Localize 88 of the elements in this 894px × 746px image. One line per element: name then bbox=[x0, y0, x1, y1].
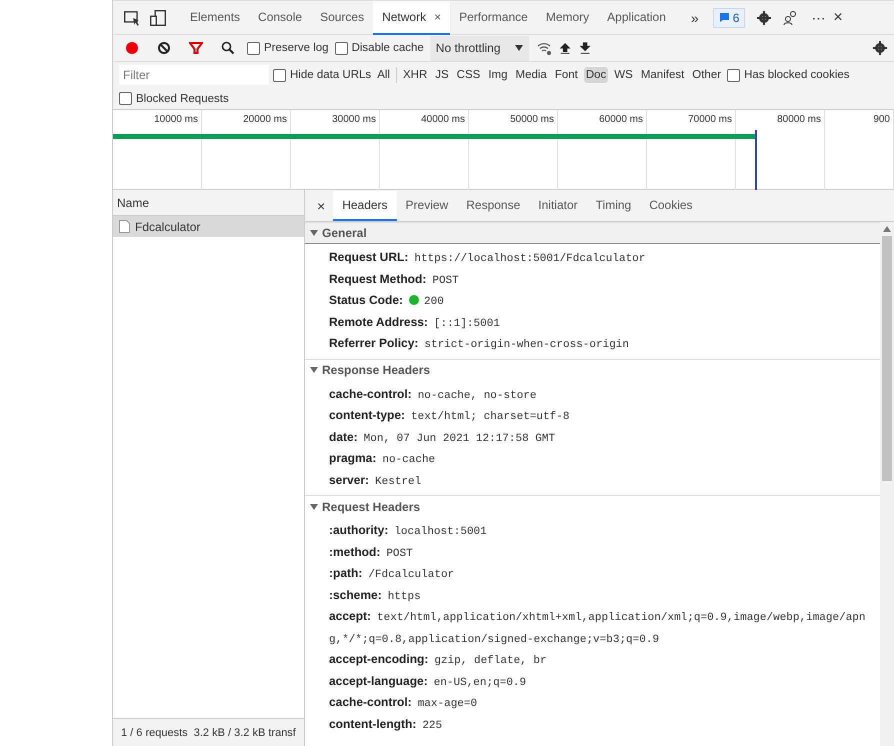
header-row-text: date: Mon, 07 Jun 2021 12:17:58 GMT bbox=[328, 428, 556, 446]
more-menu-icon[interactable]: ⋯ bbox=[811, 10, 826, 26]
download-icon[interactable] bbox=[578, 40, 592, 56]
type-filter[interactable]: Font bbox=[552, 67, 580, 83]
header-row-text: accept-language: en-US,en;q=0.9 bbox=[328, 672, 528, 690]
header-row-text: Remote Address: [::1]:5001 bbox=[328, 314, 501, 332]
header-row-text: Referrer Policy: strict-origin-when-cross-origin bbox=[328, 335, 630, 353]
checkbox[interactable]: Blocked Requests bbox=[119, 92, 229, 105]
tick-label: 900 bbox=[873, 114, 890, 125]
type-filter[interactable]: Doc bbox=[584, 67, 608, 83]
checkbox[interactable]: Disable cache bbox=[334, 42, 424, 54]
section-header[interactable]: General bbox=[305, 222, 880, 244]
tick-label: 40000 ms bbox=[421, 114, 465, 125]
header-row-text: pragma: no-cache bbox=[328, 450, 436, 468]
panel-tab[interactable]: Sources bbox=[311, 0, 374, 34]
scrollbar[interactable] bbox=[880, 222, 894, 746]
panel-tab[interactable]: Console bbox=[249, 0, 312, 34]
people-icon[interactable] bbox=[782, 10, 798, 26]
header-row-text: Status Code: 200 bbox=[328, 292, 445, 310]
panel-tab[interactable]: Memory bbox=[536, 0, 598, 34]
upload-icon[interactable] bbox=[558, 40, 572, 56]
issues-badge[interactable]: 6 bbox=[712, 8, 746, 28]
tick-label: 50000 ms bbox=[510, 114, 554, 125]
settings-icon[interactable] bbox=[872, 40, 888, 56]
type-filter[interactable]: CSS bbox=[454, 67, 482, 83]
header-row-text: :method: POST bbox=[328, 544, 414, 562]
type-filter[interactable]: Img bbox=[486, 67, 510, 83]
details-tab[interactable]: Timing bbox=[586, 190, 640, 220]
header-row-text: cache-control: max-age=0 bbox=[328, 694, 478, 712]
type-filter[interactable]: JS bbox=[433, 67, 451, 83]
filter-field[interactable]: Filter bbox=[119, 65, 269, 85]
header-row-text: :authority: localhost:5001 bbox=[328, 522, 488, 540]
tick-label: 20000 ms bbox=[243, 114, 287, 125]
search-icon[interactable] bbox=[221, 41, 235, 55]
triangle-icon bbox=[310, 366, 318, 374]
type-filter[interactable]: Media bbox=[514, 67, 549, 83]
status-text: 1 / 6 requests 3.2 kB / 3.2 kB transf bbox=[121, 726, 296, 738]
triangle-icon bbox=[310, 229, 318, 237]
close-icon[interactable]: × bbox=[833, 8, 843, 26]
column-header: Name bbox=[117, 196, 150, 210]
panel-tab[interactable]: Elements bbox=[181, 0, 250, 34]
inspect-icon[interactable] bbox=[123, 8, 141, 26]
settings-icon[interactable] bbox=[756, 10, 772, 26]
filter-icon[interactable] bbox=[189, 41, 203, 55]
details-tab[interactable]: Preview bbox=[396, 190, 458, 220]
tick-label: 60000 ms bbox=[599, 114, 643, 125]
type-filter[interactable]: XHR bbox=[400, 67, 430, 83]
tick-label: 10000 ms bbox=[154, 114, 198, 125]
close-tab-icon[interactable]: × bbox=[434, 10, 442, 24]
type-filter[interactable]: Manifest bbox=[638, 67, 686, 83]
caret-icon bbox=[514, 45, 522, 51]
header-row-text: content-type: text/html; charset=utf-8 bbox=[328, 407, 570, 425]
header-row-text: :path: /Fdcalculator bbox=[328, 565, 456, 583]
header-row-text: Request URL: https://localhost:5001/Fdcalculator bbox=[328, 249, 646, 267]
header-row-text: server: Kestrel bbox=[328, 472, 422, 490]
record-icon[interactable] bbox=[125, 41, 139, 55]
header-row-text: cache-control: no-cache, no-store bbox=[328, 386, 538, 404]
device-icon[interactable] bbox=[149, 8, 167, 26]
header-row-text: accept-encoding: gzip, deflate, br bbox=[328, 651, 548, 669]
type-filter[interactable]: WS bbox=[612, 67, 635, 83]
panel-tab[interactable]: Application bbox=[598, 0, 675, 34]
details-tab[interactable]: Response bbox=[457, 190, 530, 220]
details-tab[interactable]: Headers bbox=[333, 190, 397, 220]
clear-icon[interactable] bbox=[157, 41, 171, 55]
message-icon bbox=[718, 12, 730, 23]
triangle-icon bbox=[310, 502, 318, 510]
details-tab[interactable]: Initiator bbox=[529, 190, 587, 220]
panel-tab[interactable]: Performance bbox=[450, 0, 537, 34]
checkbox[interactable]: Hide data URLs bbox=[273, 68, 372, 82]
header-row-text: content-length: 225 bbox=[328, 716, 444, 734]
request-row[interactable]: Fdcalculator bbox=[113, 216, 304, 237]
header-row-text: Request Method: POST bbox=[328, 270, 460, 288]
details-tab[interactable]: Cookies bbox=[640, 190, 702, 220]
tick-label: 70000 ms bbox=[688, 114, 732, 125]
tick-label: 30000 ms bbox=[332, 114, 376, 125]
more-tabs-icon[interactable]: » bbox=[690, 10, 699, 26]
checkbox[interactable]: Has blocked cookies bbox=[727, 68, 850, 82]
scroll-up-icon[interactable] bbox=[883, 226, 891, 232]
type-filter[interactable]: All bbox=[375, 67, 392, 83]
tick-label: 80000 ms bbox=[777, 114, 821, 125]
document-icon bbox=[119, 220, 130, 233]
throttling-select[interactable]: No throttling bbox=[430, 36, 528, 60]
checkbox[interactable]: Preserve log bbox=[247, 42, 329, 54]
type-filter[interactable]: Other bbox=[690, 67, 724, 83]
panel-tab[interactable]: Network × bbox=[373, 0, 450, 34]
status-dot bbox=[409, 295, 420, 305]
close-icon[interactable]: × bbox=[309, 198, 334, 214]
header-row-text: :scheme: https bbox=[328, 586, 422, 604]
